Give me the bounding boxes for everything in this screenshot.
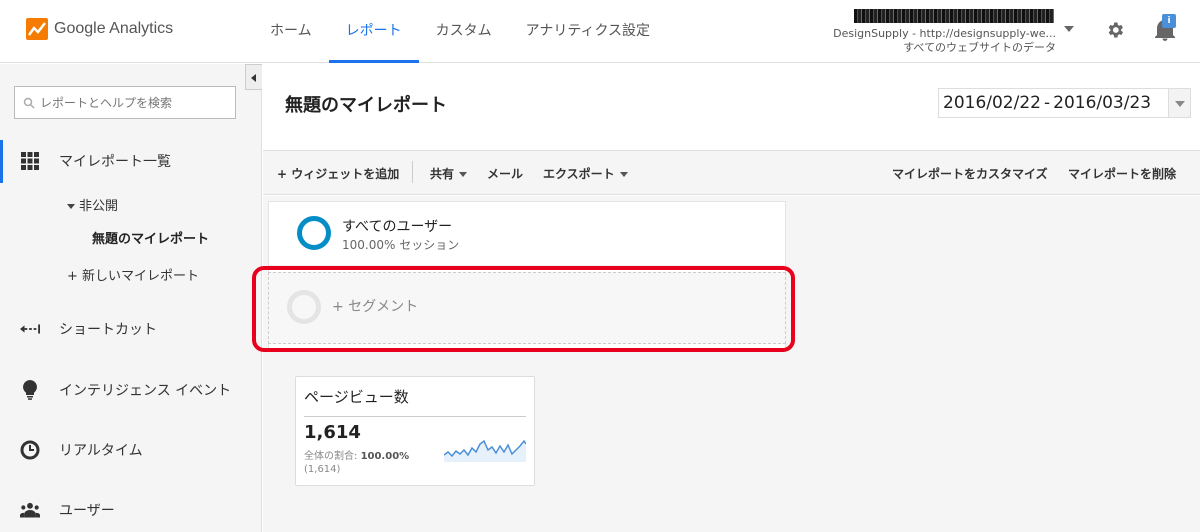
email-button[interactable]: メール bbox=[487, 165, 523, 182]
caret-down-icon bbox=[459, 172, 468, 177]
search-input[interactable] bbox=[40, 95, 230, 110]
account-property: DesignSupply - http://designsupply-we... bbox=[833, 27, 1056, 40]
date-range-picker[interactable]: 2016/02/22 - 2016/03/23 bbox=[938, 88, 1191, 118]
widget-pct-value: 100.00% bbox=[360, 451, 410, 462]
shortcut-icon bbox=[20, 319, 40, 339]
triangle-down-icon bbox=[67, 204, 75, 209]
share-button[interactable]: 共有 bbox=[430, 165, 468, 182]
page-title: 無題のマイレポート bbox=[285, 95, 447, 116]
chevron-down-icon bbox=[1064, 26, 1074, 32]
widget-title: ページビュー数 bbox=[304, 388, 409, 406]
sidebar-item-shortcuts[interactable]: ショートカット bbox=[0, 318, 262, 340]
private-reports-toggle[interactable]: 非公開 bbox=[67, 195, 118, 214]
date-end: 2016/03/23 bbox=[1053, 93, 1152, 113]
account-selector[interactable]: DesignSupply - http://designsupply-we...… bbox=[824, 8, 1076, 55]
chevron-down-icon[interactable] bbox=[1168, 89, 1190, 117]
caret-down-icon bbox=[619, 172, 628, 177]
export-label: エクスポート bbox=[543, 167, 615, 181]
highlight-annotation bbox=[252, 266, 795, 352]
sidebar-item-realtime[interactable]: リアルタイム bbox=[0, 439, 262, 461]
clock-icon bbox=[20, 440, 40, 460]
tab-reports[interactable]: レポート bbox=[328, 0, 419, 63]
sidebar bbox=[0, 64, 262, 532]
sidebar-item-label: ショートカット bbox=[59, 322, 157, 338]
date-start: 2016/02/22 bbox=[943, 93, 1041, 113]
segment-ring-icon bbox=[297, 216, 331, 250]
collapse-sidebar-button[interactable] bbox=[245, 64, 262, 90]
account-view: すべてのウェブサイトのデータ bbox=[903, 41, 1056, 54]
share-label: 共有 bbox=[430, 167, 455, 181]
sidebar-item-label: ユーザー bbox=[59, 503, 115, 519]
date-separator: - bbox=[1043, 93, 1051, 113]
lightbulb-icon bbox=[20, 380, 40, 400]
notification-badge[interactable]: i bbox=[1162, 14, 1176, 28]
current-report-link[interactable]: 無題のマイレポート bbox=[92, 228, 209, 247]
analytics-logo-icon bbox=[26, 18, 48, 40]
tab-admin[interactable]: アナリティクス設定 bbox=[509, 0, 667, 63]
export-button[interactable]: エクスポート bbox=[543, 165, 628, 182]
sidebar-item-label: インテリジェンス イベント bbox=[59, 383, 232, 399]
logo[interactable]: Google Analytics bbox=[26, 18, 173, 40]
segment-share: 100.00% セッション bbox=[342, 238, 460, 252]
widget-percentage: 全体の割合: 100.00% bbox=[304, 447, 409, 462]
tab-custom[interactable]: カスタム bbox=[419, 0, 509, 63]
sparkline-chart bbox=[444, 439, 526, 462]
add-widget-button[interactable]: + ウィジェットを追加 bbox=[277, 165, 399, 182]
widget-value: 1,614 bbox=[304, 422, 361, 443]
customize-report-button[interactable]: マイレポートをカスタマイズ bbox=[892, 165, 1048, 182]
redacted-account-name bbox=[854, 9, 1054, 23]
sidebar-item-my-reports[interactable]: マイレポート一覧 bbox=[0, 150, 262, 172]
toolbar-divider bbox=[412, 161, 413, 183]
main-nav: ホーム レポート カスタム アナリティクス設定 bbox=[253, 0, 667, 63]
brand-name: Google Analytics bbox=[54, 20, 174, 37]
gear-icon[interactable] bbox=[1105, 20, 1125, 40]
widget-pct-label: 全体の割合: bbox=[304, 451, 358, 462]
delete-report-button[interactable]: マイレポートを削除 bbox=[1068, 165, 1176, 182]
new-report-link[interactable]: + 新しいマイレポート bbox=[67, 265, 199, 284]
report-toolbar bbox=[263, 150, 1200, 195]
widget-total: (1,614) bbox=[304, 464, 341, 475]
search-icon bbox=[23, 97, 35, 109]
sidebar-item-users[interactable]: ユーザー bbox=[0, 499, 262, 521]
grid-icon bbox=[20, 151, 40, 171]
sidebar-item-label: リアルタイム bbox=[59, 443, 143, 459]
sidebar-item-label: マイレポート一覧 bbox=[59, 154, 171, 170]
segment-name: すべてのユーザー bbox=[342, 219, 453, 235]
sidebar-search[interactable] bbox=[14, 86, 236, 119]
sidebar-item-intelligence[interactable]: インテリジェンス イベント bbox=[0, 379, 262, 401]
users-icon bbox=[20, 500, 40, 520]
private-label: 非公開 bbox=[79, 199, 119, 214]
widget-divider bbox=[304, 416, 526, 417]
tab-home[interactable]: ホーム bbox=[253, 0, 329, 63]
